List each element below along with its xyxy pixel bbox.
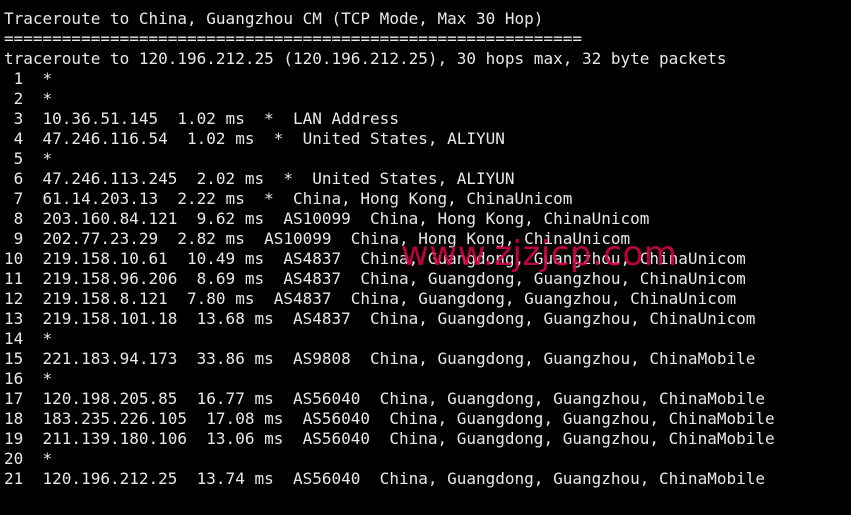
traceroute-header: Traceroute to China, Guangzhou CM (TCP M… xyxy=(4,9,544,28)
hop-row: 20 * xyxy=(4,449,53,468)
hop-row: 17 120.198.205.85 16.77 ms AS56040 China… xyxy=(4,389,765,408)
hop-row: 4 47.246.116.54 1.02 ms * United States,… xyxy=(4,129,505,148)
hop-row: 14 * xyxy=(4,329,53,348)
hop-row: 21 120.196.212.25 13.74 ms AS56040 China… xyxy=(4,469,765,488)
hop-row: 2 * xyxy=(4,89,53,108)
command-line: traceroute to 120.196.212.25 (120.196.21… xyxy=(4,49,727,68)
hop-row: 13 219.158.101.18 13.68 ms AS4837 China,… xyxy=(4,309,756,328)
hop-row: 15 221.183.94.173 33.86 ms AS9808 China,… xyxy=(4,349,756,368)
hop-row: 16 * xyxy=(4,369,53,388)
hop-row: 5 * xyxy=(4,149,53,168)
hop-row: 11 219.158.96.206 8.69 ms AS4837 China, … xyxy=(4,269,746,288)
hop-row: 6 47.246.113.245 2.02 ms * United States… xyxy=(4,169,515,188)
hop-row: 10 219.158.10.61 10.49 ms AS4837 China, … xyxy=(4,249,746,268)
hop-row: 1 * xyxy=(4,69,53,88)
hop-row: 3 10.36.51.145 1.02 ms * LAN Address xyxy=(4,109,399,128)
hop-row: 19 211.139.180.106 13.06 ms AS56040 Chin… xyxy=(4,429,775,448)
hop-row: 12 219.158.8.121 7.80 ms AS4837 China, G… xyxy=(4,289,737,308)
terminal-window[interactable]: Traceroute to China, Guangzhou CM (TCP M… xyxy=(0,0,851,515)
hop-row: 9 202.77.23.29 2.82 ms AS10099 China, Ho… xyxy=(4,229,631,248)
hop-row: 18 183.235.226.105 17.08 ms AS56040 Chin… xyxy=(4,409,775,428)
hop-row: 7 61.14.203.13 2.22 ms * China, Hong Kon… xyxy=(4,189,573,208)
hop-row: 8 203.160.84.121 9.62 ms AS10099 China, … xyxy=(4,209,650,228)
separator-line: ========================================… xyxy=(4,29,582,48)
